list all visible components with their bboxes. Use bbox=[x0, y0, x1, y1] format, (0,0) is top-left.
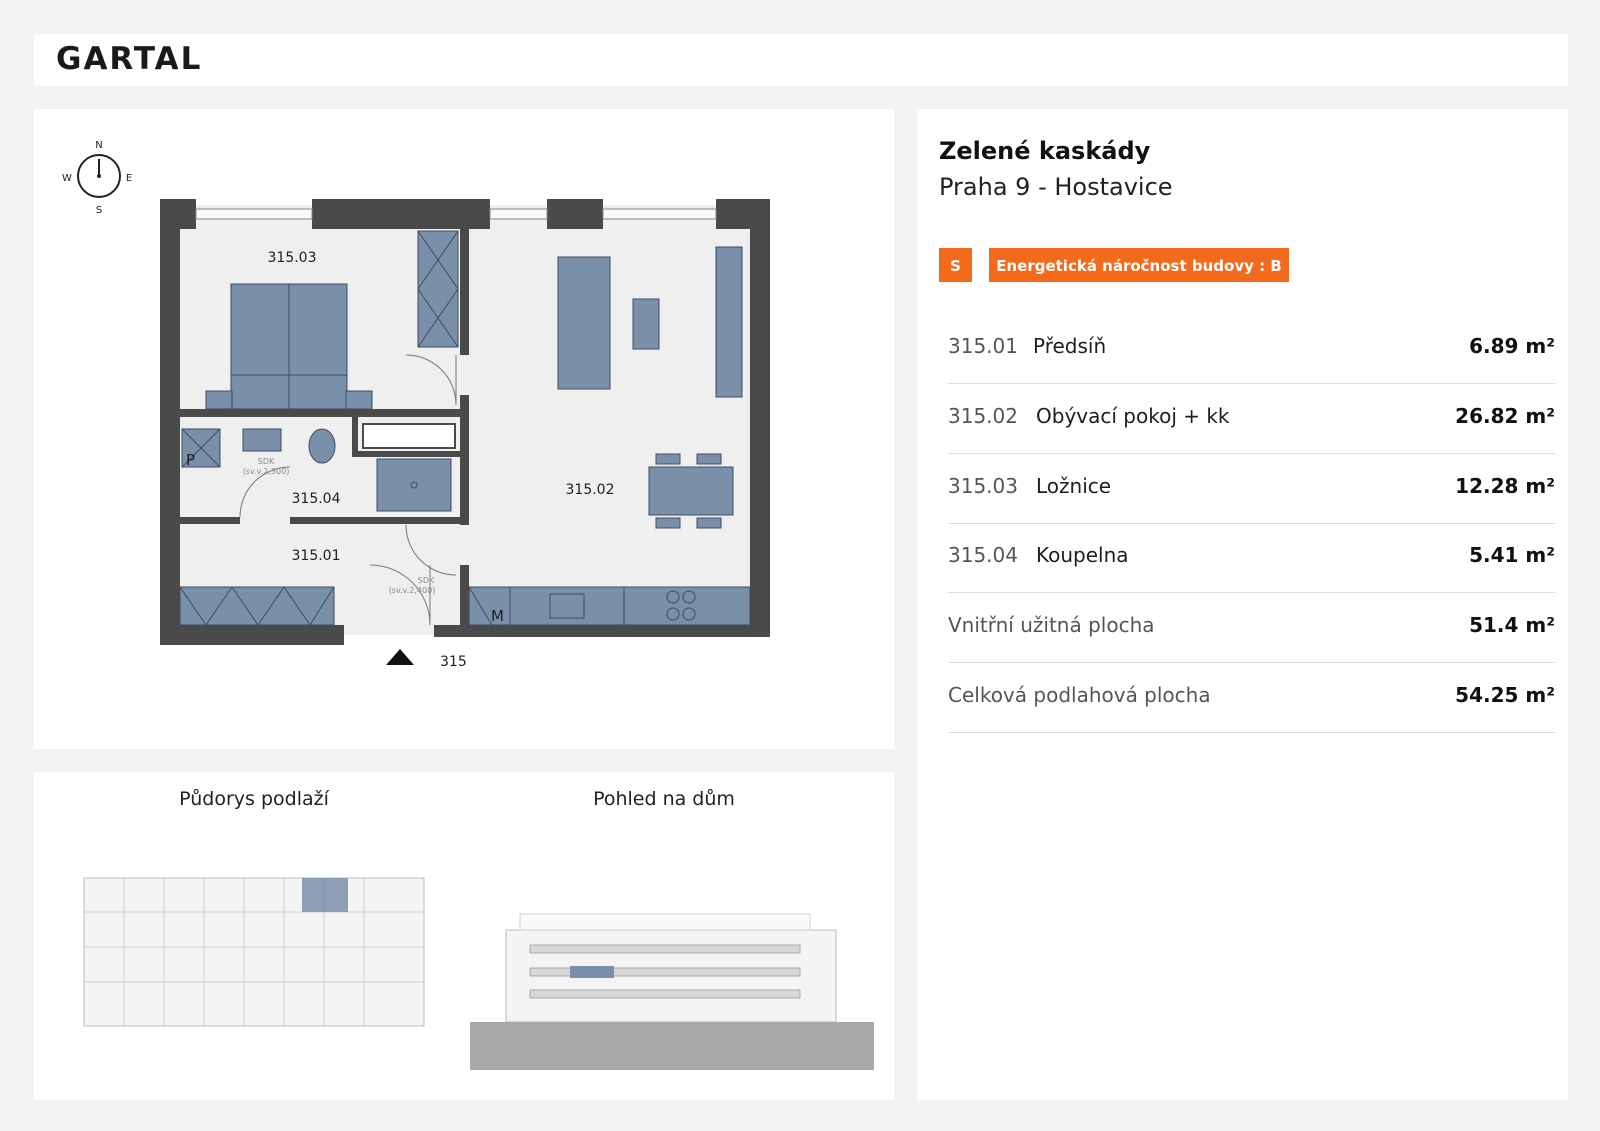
gartal-logo[interactable]: GARTAL bbox=[56, 41, 202, 77]
sdk-height-1: (sv.v.2,300) bbox=[243, 467, 290, 476]
energy-rating-badge: Energetická náročnost budovy : B bbox=[989, 248, 1289, 282]
unit-highlight-elevation bbox=[570, 966, 614, 978]
header-bar: GARTAL bbox=[34, 34, 1568, 86]
mark-p: P bbox=[186, 451, 195, 469]
compass-n: N bbox=[95, 140, 102, 151]
room-label-315-03: 315.03 bbox=[268, 250, 317, 266]
room-name: Ložnice bbox=[1036, 474, 1112, 498]
compass-s: S bbox=[96, 205, 102, 216]
compass-icon: N S W E bbox=[62, 140, 132, 216]
room-name: Koupelna bbox=[1036, 543, 1129, 567]
total-area: 51.4 m² bbox=[1469, 613, 1555, 637]
project-name: Zelené kaskády bbox=[939, 137, 1151, 165]
room-area: 5.41 m² bbox=[1469, 543, 1555, 567]
energy-class-badge: S bbox=[939, 248, 972, 282]
total-label: Celková podlahová plocha bbox=[948, 683, 1211, 707]
room-name: Předsíň bbox=[1033, 334, 1107, 358]
room-label-315-04: 315.04 bbox=[292, 491, 341, 507]
room-area: 26.82 m² bbox=[1455, 404, 1555, 428]
sdk-label-1: SDK bbox=[258, 457, 275, 466]
thumbnails-panel: Půdorys podlaží Pohled na dům bbox=[34, 772, 894, 1100]
room-name: Obývací pokoj + kk bbox=[1036, 404, 1230, 428]
room-code: 315.02 bbox=[948, 404, 1018, 428]
room-row: 315.01 Předsíň 6.89 m² bbox=[948, 314, 1555, 384]
room-code: 315.03 bbox=[948, 474, 1018, 498]
total-label: Vnitřní užitná plocha bbox=[948, 613, 1155, 637]
unit-highlight bbox=[302, 878, 348, 912]
mark-m: M bbox=[491, 607, 504, 625]
room-code: 315.01 bbox=[948, 334, 1018, 358]
room-label-315-02: 315.02 bbox=[566, 482, 615, 498]
shaft bbox=[362, 423, 456, 449]
apartment-info-panel: Zelené kaskády Praha 9 - Hostavice S Ene… bbox=[917, 109, 1568, 1100]
wardrobe bbox=[179, 586, 335, 626]
project-location: Praha 9 - Hostavice bbox=[939, 173, 1173, 201]
compass-e: E bbox=[126, 173, 132, 184]
unit-number: 315 bbox=[440, 654, 467, 670]
room-row: 315.02 Obývací pokoj + kk 26.82 m² bbox=[948, 384, 1555, 454]
room-label-315-01: 315.01 bbox=[292, 548, 341, 564]
total-row: Celková podlahová plocha 54.25 m² bbox=[948, 663, 1555, 733]
room-code: 315.04 bbox=[948, 543, 1018, 567]
total-row: Vnitřní užitná plocha 51.4 m² bbox=[948, 593, 1555, 663]
kitchen-counter bbox=[468, 586, 751, 626]
room-area: 12.28 m² bbox=[1455, 474, 1555, 498]
room-row: 315.04 Koupelna 5.41 m² bbox=[948, 523, 1555, 593]
floor-plan-title: Půdorys podlaží bbox=[179, 788, 329, 810]
building-elevation-thumbnail[interactable] bbox=[470, 900, 874, 1070]
total-area: 54.25 m² bbox=[1455, 683, 1555, 707]
sdk-label-2: SDK bbox=[418, 576, 435, 585]
room-row: 315.03 Ložnice 12.28 m² bbox=[948, 454, 1555, 524]
apartment-floor-plan: N S W E 315.03 315.04 315.01 315.02 P M … bbox=[34, 109, 894, 749]
room-area: 6.89 m² bbox=[1469, 334, 1555, 358]
house-view-title: Pohled na dům bbox=[593, 788, 735, 810]
entrance-arrow-icon bbox=[386, 649, 414, 665]
sdk-height-2: (sv.v.2,400) bbox=[389, 586, 436, 595]
compass-w: W bbox=[62, 173, 72, 184]
building-floor-plan-thumbnail[interactable] bbox=[74, 872, 434, 1032]
